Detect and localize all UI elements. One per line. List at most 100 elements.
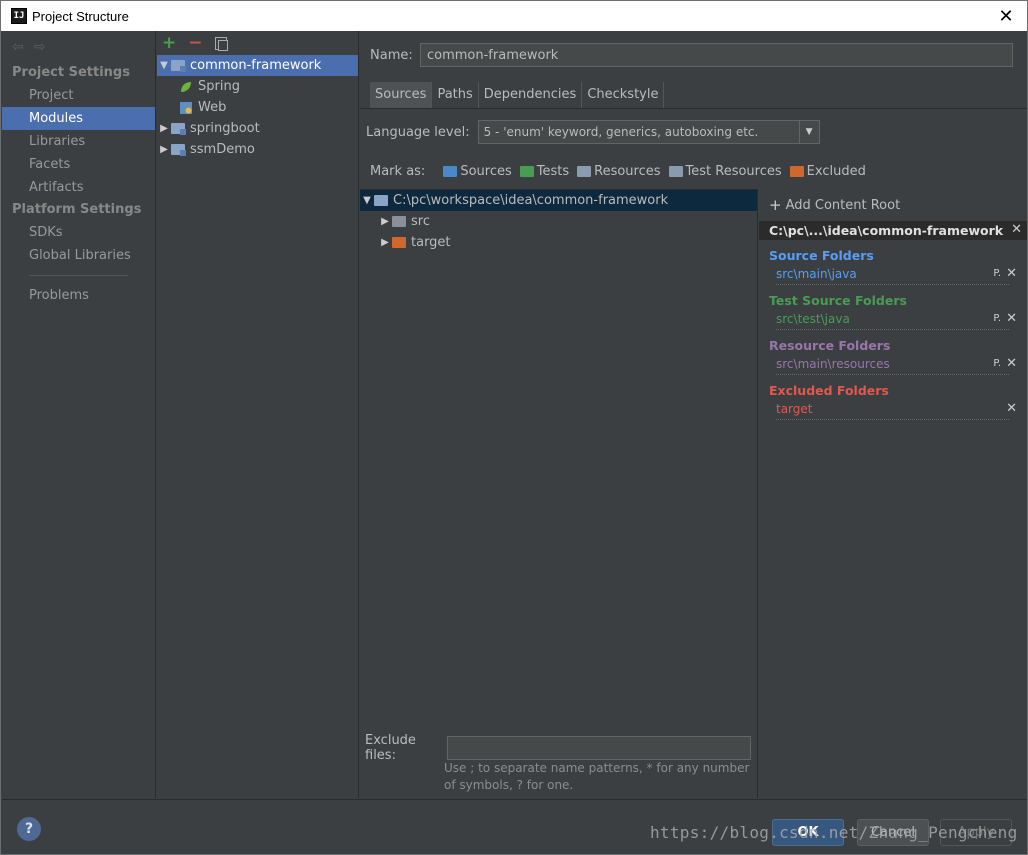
nav-item-libraries[interactable]: Libraries (2, 130, 155, 153)
settings-nav: ⇦ ⇨ Project Settings Project Modules Lib… (2, 31, 156, 798)
help-button[interactable]: ? (17, 817, 41, 841)
excluded-folder-icon (392, 237, 406, 248)
nav-item-sdks[interactable]: SDKs (2, 221, 155, 244)
content-roots-panel: + Add Content Root C:\pc\...\idea\common… (759, 189, 1027, 798)
facet-row-web[interactable]: Web (157, 97, 358, 118)
mark-as-label: Mark as: (370, 164, 426, 179)
folder-path-label: target (776, 402, 813, 416)
dir-label: src (411, 214, 430, 229)
dir-row-src[interactable]: ▶ src (360, 211, 757, 232)
test-source-folders-title: Test Source Folders (769, 293, 907, 308)
excluded-folder-icon (789, 166, 804, 177)
project-settings-heading: Project Settings (12, 65, 130, 80)
tab-dependencies[interactable]: Dependencies (479, 82, 583, 108)
remove-folder-icon[interactable]: ✕ (1006, 310, 1017, 328)
remove-folder-icon[interactable]: ✕ (1006, 355, 1017, 373)
module-content: Name: Sources Paths Dependencies Checkst… (360, 31, 1027, 798)
remove-folder-icon[interactable]: ✕ (1006, 400, 1017, 418)
nav-item-problems[interactable]: Problems (2, 284, 155, 307)
forward-arrow-icon[interactable]: ⇨ (34, 39, 46, 55)
folder-path-label: src\test\java (776, 312, 850, 326)
nav-item-artifacts[interactable]: Artifacts (2, 176, 155, 199)
mark-excluded-button[interactable]: Excluded (789, 164, 866, 179)
module-tree-panel: + − ▼ common-framework Spring Web ▶ spri… (157, 31, 359, 798)
collapse-arrow-icon[interactable]: ▶ (157, 123, 171, 134)
mark-sources-button[interactable]: Sources (443, 164, 512, 179)
name-row: Name: (370, 43, 1013, 67)
test-source-folder-path[interactable]: src\test\java P. ✕ (776, 310, 1017, 330)
language-level-row: Language level: 5 - 'enum' keyword, gene… (366, 120, 820, 144)
expand-arrow-icon[interactable]: ▼ (157, 60, 171, 71)
apply-button[interactable]: Apply (940, 819, 1012, 846)
mark-resources-button[interactable]: Resources (577, 164, 661, 179)
module-row-ssmdemo[interactable]: ▶ ssmDemo (157, 139, 358, 160)
remove-module-icon[interactable]: − (188, 33, 202, 53)
nav-item-modules[interactable]: Modules (2, 107, 155, 130)
tests-folder-icon (519, 166, 534, 177)
collapse-arrow-icon[interactable]: ▶ (157, 144, 171, 155)
nav-item-global-libraries[interactable]: Global Libraries (2, 244, 155, 267)
folder-path-label: src\main\resources (776, 357, 890, 371)
folder-icon (392, 216, 406, 227)
remove-folder-icon[interactable]: ✕ (1006, 265, 1017, 283)
source-folder-path[interactable]: src\main\java P. ✕ (776, 265, 1017, 285)
dir-row-target[interactable]: ▶ target (360, 232, 757, 253)
exclude-files-hint: Use ; to separate name patterns, * for a… (444, 761, 750, 792)
resource-folders-title: Resource Folders (769, 338, 891, 353)
facet-label: Web (198, 100, 227, 115)
module-tabs: Sources Paths Dependencies Checkstyle (370, 82, 665, 108)
nav-item-project[interactable]: Project (2, 84, 155, 107)
expand-arrow-icon[interactable]: ▼ (360, 195, 374, 206)
add-module-icon[interactable]: + (162, 33, 176, 53)
remove-root-icon[interactable]: ✕ (1011, 222, 1022, 237)
spring-leaf-icon (181, 81, 191, 92)
mark-tests-button[interactable]: Tests (519, 164, 570, 179)
back-arrow-icon[interactable]: ⇦ (12, 39, 24, 55)
mark-label: Test Resources (685, 164, 782, 179)
web-facet-icon (180, 101, 192, 114)
name-label: Name: (370, 47, 413, 63)
language-level-label: Language level: (366, 124, 470, 140)
cancel-button[interactable]: Cancel (857, 819, 929, 846)
mark-label: Tests (536, 164, 570, 179)
directory-tree: ▼ C:\pc\workspace\idea\common-framework … (360, 189, 758, 798)
content-root-path: C:\pc\...\idea\common-framework (769, 223, 1004, 238)
collapse-arrow-icon[interactable]: ▶ (378, 216, 392, 227)
properties-icon[interactable]: P. (993, 310, 1001, 328)
copy-module-icon[interactable] (214, 36, 228, 51)
resources-folder-icon (577, 166, 592, 177)
intellij-app-icon: IJ (11, 8, 27, 24)
test-resources-folder-icon (668, 166, 683, 177)
facet-row-spring[interactable]: Spring (157, 76, 358, 97)
ok-button[interactable]: OK (772, 819, 844, 846)
dir-label: C:\pc\workspace\idea\common-framework (393, 193, 669, 208)
resource-folder-path[interactable]: src\main\resources P. ✕ (776, 355, 1017, 375)
nav-item-facets[interactable]: Facets (2, 153, 155, 176)
nav-divider (29, 275, 128, 276)
dir-label: target (411, 235, 451, 250)
module-label: common-framework (190, 58, 322, 73)
add-content-root-button[interactable]: + Add Content Root (759, 189, 1027, 221)
dir-row-content-root[interactable]: ▼ C:\pc\workspace\idea\common-framework (360, 190, 757, 211)
tab-checkstyle[interactable]: Checkstyle (582, 82, 665, 108)
module-folder-icon (171, 60, 186, 72)
language-level-select[interactable]: 5 - 'enum' keyword, generics, autoboxing… (477, 120, 820, 144)
mark-test-resources-button[interactable]: Test Resources (668, 164, 782, 179)
module-name-input[interactable] (420, 43, 1013, 67)
module-row-springboot[interactable]: ▶ springboot (157, 118, 358, 139)
module-row-common-framework[interactable]: ▼ common-framework (157, 55, 358, 76)
properties-icon[interactable]: P. (993, 355, 1001, 373)
sources-folder-icon (443, 166, 458, 177)
tab-paths[interactable]: Paths (432, 82, 479, 108)
close-window-button[interactable]: ✕ (995, 5, 1017, 27)
module-label: springboot (190, 121, 260, 136)
module-folder-icon (171, 123, 186, 135)
mark-label: Sources (460, 164, 512, 179)
tab-sources[interactable]: Sources (370, 82, 433, 108)
chevron-down-icon[interactable]: ▼ (798, 121, 819, 143)
collapse-arrow-icon[interactable]: ▶ (378, 237, 392, 248)
exclude-files-row: Exclude files: (365, 733, 751, 763)
properties-icon[interactable]: P. (993, 265, 1001, 283)
excluded-folder-path[interactable]: target ✕ (776, 400, 1017, 420)
exclude-files-input[interactable] (447, 736, 751, 760)
